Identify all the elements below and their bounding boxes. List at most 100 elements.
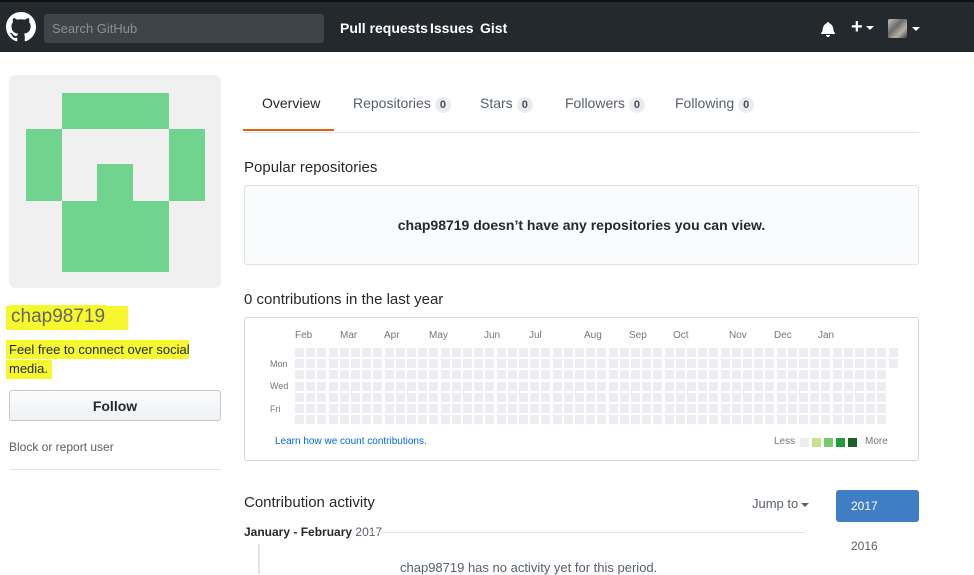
contribution-cell [743, 415, 752, 425]
active-tab-indicator [243, 129, 334, 131]
contribution-cell [451, 392, 461, 402]
tab-followers[interactable]: Followers 0 [565, 95, 646, 113]
month-label: Oct [673, 330, 689, 341]
contribution-cell [451, 415, 461, 425]
contribution-cell [496, 359, 506, 369]
contribution-cell [731, 404, 741, 413]
contribution-cell [407, 370, 416, 380]
contribution-cell [373, 404, 383, 413]
contribution-cell [709, 359, 719, 369]
github-logo-icon[interactable] [6, 12, 36, 42]
contribution-cell [362, 359, 372, 369]
contribution-cell [586, 404, 596, 413]
contribution-cell [507, 348, 517, 357]
contribution-cell [866, 404, 876, 413]
contribution-cell [675, 415, 685, 425]
new-plus-button[interactable]: + [851, 16, 874, 39]
nav-gist[interactable]: Gist [480, 20, 507, 36]
contribution-cell [608, 404, 618, 413]
contribution-cell [731, 392, 741, 402]
global-header: Pull requests Issues Gist + [0, 0, 974, 52]
contribution-cell [530, 370, 540, 380]
contribution-cell [362, 404, 372, 413]
contribution-cell [395, 381, 405, 391]
contribution-cell [832, 404, 842, 413]
contribution-cell [664, 370, 674, 380]
contribution-cell [563, 392, 573, 402]
contribution-cell [440, 415, 450, 425]
contribution-cell [552, 415, 562, 425]
contribution-cell [418, 415, 428, 425]
contribution-cell [821, 370, 831, 380]
contribution-cell [474, 381, 484, 391]
month-label: Jan [818, 330, 835, 341]
month-label: May [429, 330, 448, 341]
contribution-cell [407, 381, 416, 391]
contribution-cell [720, 415, 730, 425]
tab-stars[interactable]: Stars 0 [480, 95, 533, 113]
contribution-cell [373, 392, 383, 402]
contribution-cell [664, 392, 674, 402]
contribution-cell [821, 392, 831, 402]
tab-following[interactable]: Following 0 [675, 95, 755, 113]
contribution-cell [328, 370, 338, 380]
learn-contributions-link[interactable]: Learn how we count contributions. [275, 436, 427, 447]
search-input[interactable] [44, 14, 324, 43]
contribution-cell [608, 370, 618, 380]
contribution-cell [631, 381, 640, 391]
legend-swatch [848, 438, 857, 447]
contribution-cell [754, 359, 764, 369]
tab-overview[interactable]: Overview [262, 95, 320, 111]
contribution-cell [507, 404, 517, 413]
contribution-cell [855, 370, 864, 380]
tab-repositories[interactable]: Repositories 0 [353, 95, 451, 113]
contribution-cell [664, 404, 674, 413]
user-avatar-menu[interactable] [888, 19, 907, 38]
contribution-cell [843, 415, 853, 425]
contribution-cell [429, 348, 439, 357]
contribution-cell [799, 359, 808, 369]
month-label: Sep [629, 330, 647, 341]
contribution-cell [687, 381, 696, 391]
contribution-cell [832, 381, 842, 391]
contribution-cell [731, 348, 741, 357]
contribution-cell [698, 370, 708, 380]
contribution-cell [496, 370, 506, 380]
year-2017-button[interactable]: 2017 [836, 490, 919, 522]
contribution-cell [485, 392, 495, 402]
contribution-cell [563, 415, 573, 425]
contribution-cell [586, 415, 596, 425]
year-2016-link[interactable]: 2016 [851, 539, 878, 553]
contribution-cell [787, 392, 797, 402]
contribution-cell [698, 359, 708, 369]
contribution-cell [496, 404, 506, 413]
contribution-cell [765, 415, 775, 425]
chevron-down-icon[interactable] [912, 27, 920, 31]
contribution-cell [608, 348, 618, 357]
nav-issues[interactable]: Issues [430, 20, 474, 36]
contribution-cell [395, 348, 405, 357]
contribution-cell [463, 404, 472, 413]
contribution-cell [552, 392, 562, 402]
contribution-cell [418, 370, 428, 380]
contribution-cell [395, 404, 405, 413]
contribution-cell [653, 392, 663, 402]
block-report-link[interactable]: Block or report user [9, 440, 114, 454]
contribution-cell [787, 415, 797, 425]
jump-to-dropdown[interactable]: Jump to [752, 496, 810, 511]
legend-swatch [824, 438, 833, 447]
contribution-cell [552, 404, 562, 413]
contribution-cell [485, 415, 495, 425]
popular-repos-title: Popular repositories [244, 159, 378, 176]
contribution-cell [720, 370, 730, 380]
contribution-cell [373, 415, 383, 425]
contribution-cell [855, 415, 864, 425]
contribution-cell [608, 392, 618, 402]
follow-button[interactable]: Follow [9, 390, 221, 421]
contribution-cell [575, 392, 584, 402]
plus-icon: + [851, 16, 863, 38]
bell-icon[interactable] [821, 21, 835, 37]
nav-pull-requests[interactable]: Pull requests [340, 20, 428, 36]
contribution-cell [474, 348, 484, 357]
contribution-cell [496, 381, 506, 391]
